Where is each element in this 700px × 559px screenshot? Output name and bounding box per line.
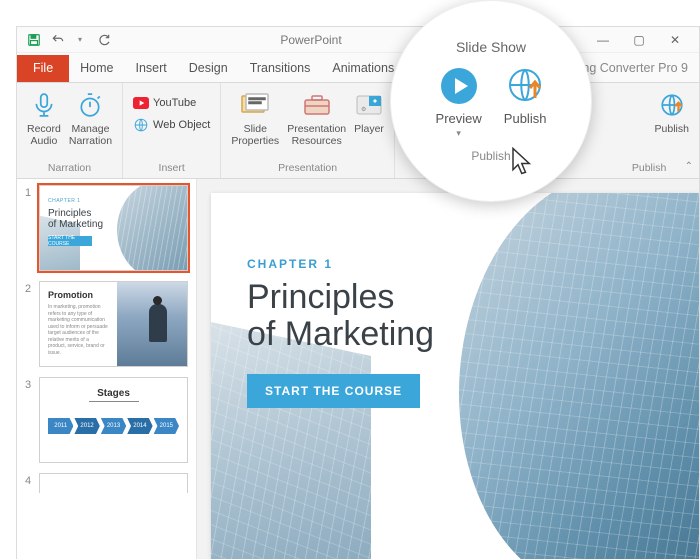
mouse-cursor-icon	[510, 146, 536, 179]
thumbnail-slide-2[interactable]: Promotion In marketing, promotion refers…	[39, 281, 188, 367]
globe-icon	[133, 117, 149, 133]
minimize-button[interactable]: —	[585, 28, 621, 52]
svg-text:⚙: ⚙	[361, 106, 366, 113]
zoom-callout: Slide Show Preview ▾ Publish Publish	[390, 0, 592, 202]
powerpoint-window: ▾ PowerPoint — ▢ ✕ File Home Insert Desi…	[16, 26, 700, 559]
restore-button[interactable]: ▢	[621, 28, 657, 52]
record-audio-button[interactable]: Record Audio	[23, 87, 65, 149]
play-icon	[439, 65, 479, 107]
close-button[interactable]: ✕	[657, 28, 693, 52]
redo-button[interactable]	[93, 29, 115, 51]
publish-button-zoomed[interactable]: Publish	[504, 65, 547, 139]
thumb-number: 2	[25, 281, 39, 367]
thumbnail-slide-1[interactable]: CHAPTER 1 Principles of Marketing START …	[39, 185, 188, 271]
dropdown-caret-icon[interactable]: ▾	[456, 128, 461, 139]
manage-narration-button[interactable]: Manage Narration	[65, 87, 116, 149]
youtube-icon	[133, 95, 149, 111]
save-button[interactable]	[23, 29, 45, 51]
slide-chapter-label: CHAPTER 1	[247, 257, 434, 271]
callout-title: Slide Show	[456, 39, 526, 55]
group-label-publish: Publish	[605, 160, 693, 176]
thumbnail-slide-4[interactable]	[39, 473, 188, 493]
callout-group-label: Publish	[471, 149, 510, 163]
stopwatch-icon	[77, 89, 103, 121]
tab-file[interactable]: File	[17, 55, 69, 82]
tab-home[interactable]: Home	[69, 55, 124, 82]
presentation-resources-button[interactable]: Presentation Resources	[283, 87, 350, 149]
publish-globe-icon	[505, 65, 545, 107]
workspace: 1 CHAPTER 1 Principles of Marketing STAR…	[17, 179, 699, 559]
ribbon: Record Audio Manage Narration Narration	[17, 83, 699, 179]
start-course-button[interactable]: START THE COURSE	[247, 374, 420, 408]
tab-transitions[interactable]: Transitions	[239, 55, 322, 82]
slide-properties-icon	[241, 89, 269, 121]
tab-insert[interactable]: Insert	[125, 55, 178, 82]
undo-dropdown[interactable]: ▾	[69, 29, 91, 51]
publish-button[interactable]: Publish	[651, 87, 693, 137]
preview-button-zoomed[interactable]: Preview ▾	[436, 65, 482, 139]
group-insert: YouTube Web Object Insert	[123, 83, 221, 178]
slide-thumbnails: 1 CHAPTER 1 Principles of Marketing STAR…	[17, 179, 197, 559]
ribbon-tabs: File Home Insert Design Transitions Anim…	[17, 53, 699, 83]
group-narration: Record Audio Manage Narration Narration	[17, 83, 123, 178]
tab-design[interactable]: Design	[178, 55, 239, 82]
slide-canvas[interactable]: CHAPTER 1 Principles of Marketing START …	[211, 193, 699, 559]
group-label-presentation: Presentation	[227, 160, 388, 176]
thumb-number: 1	[25, 185, 39, 271]
group-presentation: Slide Properties Presentation Resources …	[221, 83, 395, 178]
player-button[interactable]: ⚙ Player	[350, 87, 388, 149]
group-label-narration: Narration	[23, 160, 116, 176]
collapse-ribbon-button[interactable]: ⌃	[685, 161, 693, 172]
slide-editor[interactable]: CHAPTER 1 Principles of Marketing START …	[197, 179, 699, 559]
thumb-number: 4	[25, 473, 39, 493]
web-object-button[interactable]: Web Object	[129, 115, 214, 135]
briefcase-icon	[303, 89, 331, 121]
player-icon: ⚙	[355, 89, 383, 121]
slide-heading: Principles of Marketing	[247, 279, 434, 354]
microphone-icon	[31, 89, 57, 121]
thumb-number: 3	[25, 377, 39, 463]
group-label-insert: Insert	[129, 160, 214, 176]
undo-button[interactable]	[47, 29, 69, 51]
building-graphic-right	[459, 193, 699, 559]
youtube-button[interactable]: YouTube	[129, 93, 214, 113]
thumbnail-slide-3[interactable]: Stages 2011 2012 2013 2014 2015	[39, 377, 188, 463]
publish-globe-icon	[659, 89, 685, 121]
slide-properties-button[interactable]: Slide Properties	[227, 87, 283, 149]
titlebar: ▾ PowerPoint — ▢ ✕	[17, 27, 699, 53]
